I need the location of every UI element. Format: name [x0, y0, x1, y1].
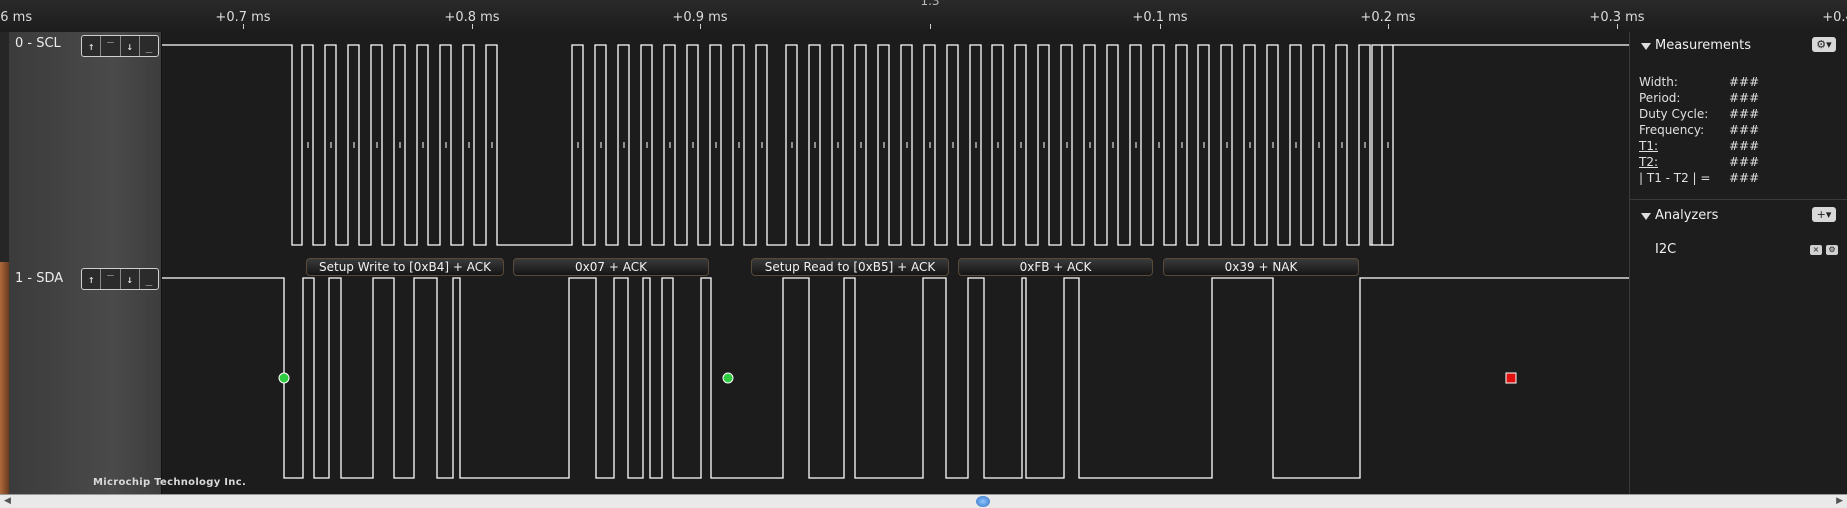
trigger-button-group: ↑ ‾ ↓ _ — [81, 268, 159, 290]
measurements-title: Measurements — [1655, 38, 1752, 53]
decode-label[interactable]: Setup Write to [0xB4] + ACK — [306, 258, 504, 276]
trigger-button-group: ↑ ‾ ↓ _ — [81, 35, 159, 57]
collapse-triangle-icon[interactable] — [1641, 43, 1651, 50]
tick-label: +0.1 ms — [1132, 10, 1188, 25]
falling-edge-trigger-icon[interactable]: ↓ — [121, 36, 140, 56]
analyzers-title: Analyzers — [1655, 208, 1719, 223]
gear-icon[interactable]: ⚙ — [1826, 245, 1838, 255]
sda-trace — [162, 277, 1629, 479]
measurement-row: Period: ### — [1639, 91, 1760, 105]
rising-edge-trigger-icon[interactable]: ↑ — [82, 36, 102, 56]
channel-color-stripe — [0, 32, 9, 262]
scroll-left-icon[interactable]: ◀ — [4, 496, 11, 506]
measurement-row: | T1 - T2 | = ### — [1639, 171, 1760, 185]
decode-label[interactable]: Setup Read to [0xB5] + ACK — [751, 258, 949, 276]
decode-label[interactable]: 0x39 + NAK — [1163, 258, 1359, 276]
channel-label-panel[interactable]: 1 - SDA ↑ ‾ ↓ _ — [0, 262, 162, 494]
high-level-trigger-icon[interactable]: ‾ — [101, 36, 121, 56]
gear-icon[interactable]: ⚙▾ — [1812, 37, 1836, 52]
divider — [1630, 199, 1847, 200]
tick-label: +0.2 ms — [1360, 10, 1416, 25]
waveform-area-sda[interactable] — [162, 262, 1629, 494]
channel-name: 1 - SDA — [15, 271, 64, 286]
low-level-trigger-icon[interactable]: _ — [140, 269, 158, 289]
tick-label: +0.4 — [1822, 10, 1847, 25]
scroll-right-icon[interactable]: ▶ — [1836, 496, 1843, 506]
collapse-triangle-icon[interactable] — [1641, 213, 1651, 220]
stop-condition-marker — [1505, 372, 1517, 384]
channel-name: 0 - SCL — [15, 36, 61, 51]
tick-label: 0.6 ms — [0, 10, 33, 25]
analyzers-header[interactable]: Analyzers +▾ — [1630, 202, 1847, 228]
tick-mark — [1388, 24, 1389, 29]
add-analyzer-icon[interactable]: +▾ — [1812, 207, 1836, 222]
tick-label: +0.8 ms — [444, 10, 500, 25]
decode-label[interactable]: 0x07 + ACK — [513, 258, 709, 276]
tick-mark — [472, 24, 473, 29]
tick-mark — [243, 24, 244, 29]
high-level-trigger-icon[interactable]: ‾ — [101, 269, 121, 289]
measurement-row: Frequency: ### — [1639, 123, 1760, 137]
tick-label: +0.7 ms — [215, 10, 271, 25]
analyzer-item-i2c[interactable]: I2C — [1655, 242, 1676, 257]
horizontal-scrollbar[interactable]: ◀ ▶ — [0, 494, 1847, 508]
channel-scl: 0 - SCL ↑ ‾ ↓ _ — [0, 32, 1629, 262]
tick-mark — [1617, 24, 1618, 29]
low-level-trigger-icon[interactable]: _ — [140, 36, 158, 56]
close-icon[interactable]: × — [1810, 245, 1822, 255]
watermark: Microchip Technology Inc. — [93, 477, 247, 488]
measurement-row: Width: ### — [1639, 75, 1760, 89]
waveform-area-scl[interactable] — [162, 32, 1629, 262]
measurement-row-t2[interactable]: T2: ### — [1639, 155, 1759, 169]
measurement-row: Duty Cycle: ### — [1639, 107, 1760, 121]
scl-trace — [162, 44, 1629, 246]
scl-waveform — [162, 44, 1629, 246]
sda-waveform — [162, 277, 1629, 479]
measurements-header[interactable]: Measurements ⚙▾ — [1630, 32, 1847, 58]
start-condition-marker — [278, 372, 290, 384]
falling-edge-trigger-icon[interactable]: ↓ — [121, 269, 140, 289]
tick-mark — [700, 24, 701, 29]
tick-label: +0.3 ms — [1589, 10, 1645, 25]
channel-color-stripe — [0, 262, 9, 494]
measurement-row-t1[interactable]: T1: ### — [1639, 139, 1759, 153]
tick-label: +0.9 ms — [672, 10, 728, 25]
channel-label-panel[interactable]: 0 - SCL ↑ ‾ ↓ _ — [0, 32, 162, 262]
center-time-label: 1.3 — [920, 0, 940, 8]
timeline-ruler[interactable]: 1.3 0.6 ms +0.7 ms +0.8 ms +0.9 ms +0.1 … — [0, 0, 1847, 33]
side-panel: Measurements ⚙▾ Width: ### Period: ### Dut… — [1629, 32, 1847, 494]
channel-sda: 1 - SDA ↑ ‾ ↓ _ — [0, 262, 1629, 494]
scroll-thumb[interactable] — [976, 496, 990, 507]
repeated-start-marker — [722, 372, 734, 384]
rising-edge-trigger-icon[interactable]: ↑ — [82, 269, 102, 289]
tick-mark — [1160, 24, 1161, 29]
tick-mark — [930, 24, 931, 29]
decode-label[interactable]: 0xFB + ACK — [958, 258, 1153, 276]
